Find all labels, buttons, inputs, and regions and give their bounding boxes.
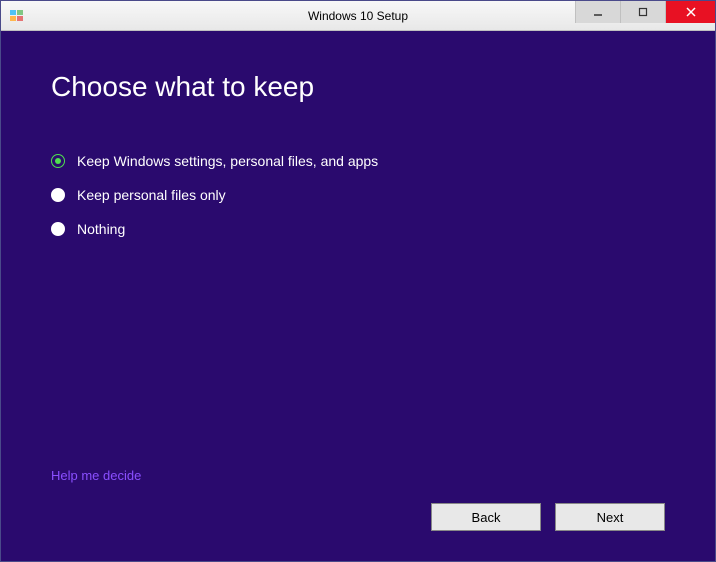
page-heading: Choose what to keep (51, 71, 665, 103)
maximize-button[interactable] (620, 1, 665, 23)
setup-window: Windows 10 Setup Choose what to keep Kee… (0, 0, 716, 562)
close-button[interactable] (665, 1, 715, 23)
option-nothing[interactable]: Nothing (51, 221, 665, 237)
titlebar-controls (575, 1, 715, 30)
option-label: Keep personal files only (77, 187, 226, 203)
radio-icon (51, 188, 65, 202)
footer-buttons: Back Next (51, 503, 665, 531)
options-group: Keep Windows settings, personal files, a… (51, 153, 665, 237)
radio-icon (51, 222, 65, 236)
option-label: Nothing (77, 221, 125, 237)
option-keep-files[interactable]: Keep personal files only (51, 187, 665, 203)
app-icon (9, 8, 25, 24)
window-title: Windows 10 Setup (308, 9, 408, 23)
radio-icon (51, 154, 65, 168)
spacer (51, 237, 665, 468)
help-link[interactable]: Help me decide (51, 468, 665, 483)
content-area: Choose what to keep Keep Windows setting… (1, 31, 715, 561)
option-label: Keep Windows settings, personal files, a… (77, 153, 378, 169)
next-button[interactable]: Next (555, 503, 665, 531)
minimize-button[interactable] (575, 1, 620, 23)
radio-dot-icon (55, 158, 61, 164)
option-keep-all[interactable]: Keep Windows settings, personal files, a… (51, 153, 665, 169)
back-button[interactable]: Back (431, 503, 541, 531)
titlebar: Windows 10 Setup (1, 1, 715, 31)
